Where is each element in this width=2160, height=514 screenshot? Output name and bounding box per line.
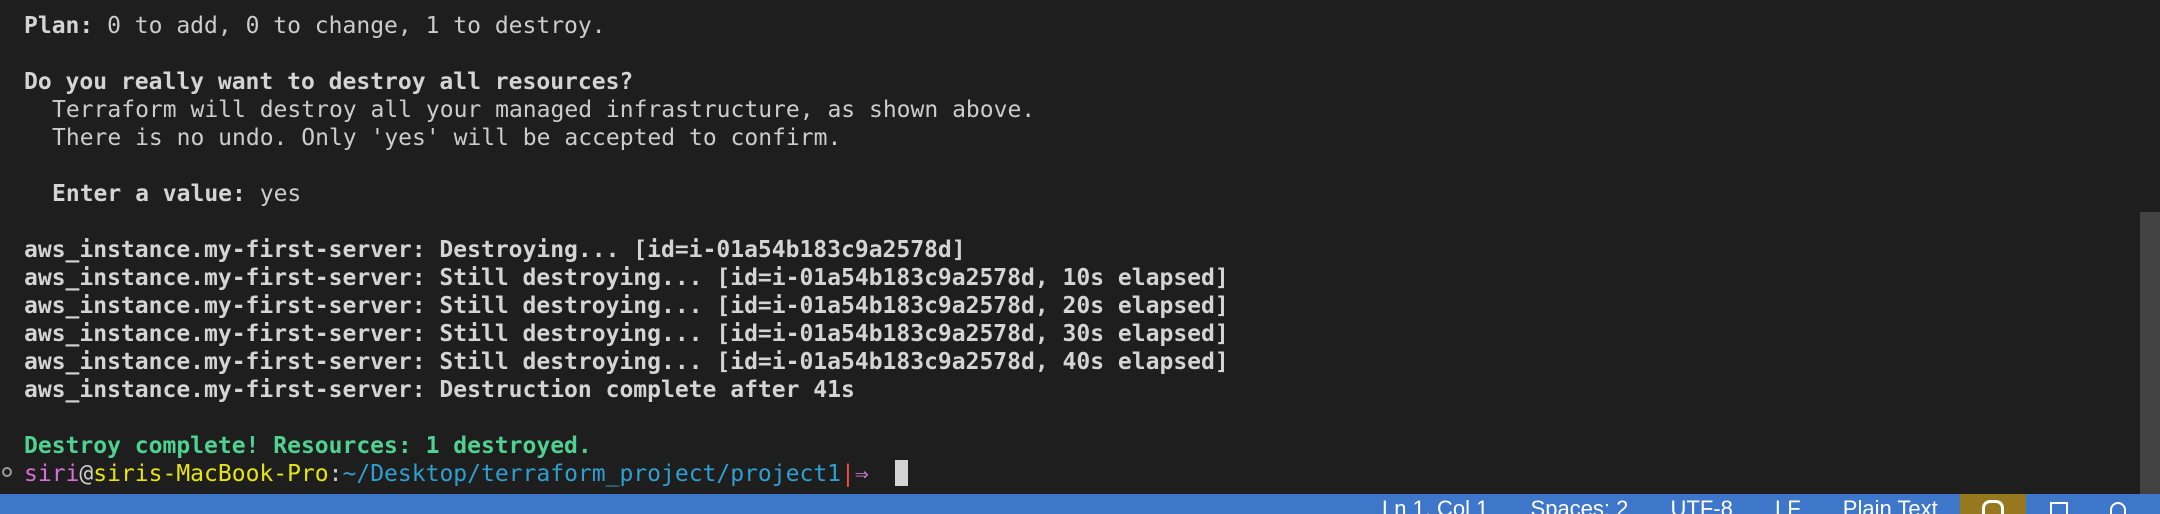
plan-label: Plan:	[24, 13, 94, 39]
destroy-complete-message: Destroy complete! Resources: 1 destroyed…	[24, 433, 592, 459]
shell-prompt[interactable]: siri@siris-MacBook-Pro:~/Desktop/terrafo…	[0, 460, 2140, 488]
prompt-at: @	[79, 461, 94, 487]
status-items: Ln 1, Col 1 Spaces: 2 UTF-8 LF Plain Tex…	[1382, 496, 1974, 514]
language-mode[interactable]: Plain Text	[1843, 496, 1938, 514]
plan-summary: 0 to add, 0 to change, 1 to destroy.	[93, 13, 606, 39]
live-share-icon[interactable]	[2050, 502, 2068, 514]
progress-line: aws_instance.my-first-server: Destructio…	[0, 376, 2140, 404]
prompt-separator: |	[841, 461, 855, 487]
progress-line: aws_instance.my-first-server: Still dest…	[0, 264, 2140, 292]
enter-value-line: Enter a value: yes	[0, 180, 2140, 208]
progress-resource: aws_instance.my-first-server:	[24, 265, 426, 291]
copilot-icon	[1982, 500, 2004, 514]
line-endings[interactable]: LF	[1775, 496, 1801, 514]
copilot-button[interactable]	[1960, 494, 2026, 514]
terminal-panel[interactable]: Plan: 0 to add, 0 to change, 1 to destro…	[0, 0, 2140, 494]
terminal-scrollbar[interactable]	[2140, 212, 2160, 494]
prompt-user: siri	[24, 461, 80, 487]
progress-status: Destruction complete after 41s	[425, 377, 855, 403]
status-bar: Ln 1, Col 1 Spaces: 2 UTF-8 LF Plain Tex…	[0, 494, 2160, 514]
command-decoration-icon[interactable]	[2, 467, 12, 477]
destroy-question: Do you really want to destroy all resour…	[24, 69, 634, 95]
progress-line: aws_instance.my-first-server: Still dest…	[0, 292, 2140, 320]
prompt-arrow: ⇒	[854, 461, 869, 487]
progress-line: aws_instance.my-first-server: Still dest…	[0, 348, 2140, 376]
cursor-position[interactable]: Ln 1, Col 1	[1382, 496, 1488, 514]
progress-line: aws_instance.my-first-server: Still dest…	[0, 320, 2140, 348]
notifications-bell-icon[interactable]	[2110, 502, 2126, 514]
progress-status: Still destroying... [id=i-01a54b183c9a25…	[425, 293, 1229, 319]
destroy-info-1: Terraform will destroy all your managed …	[52, 97, 1036, 123]
prompt-colon: :	[328, 461, 343, 487]
enter-value-answer: yes	[245, 181, 302, 207]
progress-resource: aws_instance.my-first-server:	[24, 293, 426, 319]
prompt-path: ~/Desktop/terraform_project/project1	[342, 461, 842, 487]
progress-line: aws_instance.my-first-server: Destroying…	[0, 236, 2140, 264]
progress-resource: aws_instance.my-first-server:	[24, 349, 426, 375]
destroy-info-2: There is no undo. Only 'yes' will be acc…	[52, 125, 842, 151]
progress-status: Still destroying... [id=i-01a54b183c9a25…	[425, 349, 1229, 375]
progress-status: Destroying... [id=i-01a54b183c9a2578d]	[425, 237, 966, 263]
enter-value-label: Enter a value:	[52, 181, 246, 207]
progress-status: Still destroying... [id=i-01a54b183c9a25…	[425, 321, 1229, 347]
progress-resource: aws_instance.my-first-server:	[24, 321, 426, 347]
progress-status: Still destroying... [id=i-01a54b183c9a25…	[425, 265, 1229, 291]
encoding[interactable]: UTF-8	[1671, 496, 1733, 514]
indentation[interactable]: Spaces: 2	[1531, 496, 1629, 514]
progress-resource: aws_instance.my-first-server:	[24, 377, 426, 403]
progress-resource: aws_instance.my-first-server:	[24, 237, 426, 263]
plan-line: Plan: 0 to add, 0 to change, 1 to destro…	[0, 12, 2140, 40]
text-cursor	[894, 460, 908, 486]
prompt-host: siris-MacBook-Pro	[93, 461, 329, 487]
